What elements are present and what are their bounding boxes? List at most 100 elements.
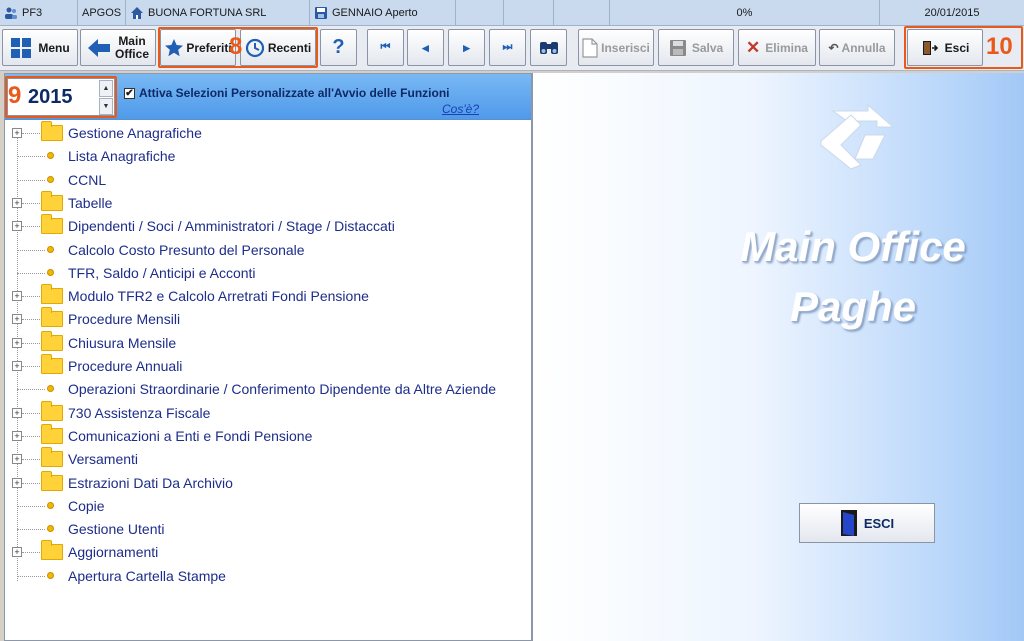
tree-item-label: Gestione Anagrafiche bbox=[68, 125, 202, 141]
status-empty-2 bbox=[504, 0, 554, 26]
tree-connector bbox=[22, 366, 40, 367]
expand-icon[interactable]: + bbox=[12, 221, 22, 232]
folder-icon bbox=[41, 540, 63, 561]
tree-connector bbox=[22, 202, 40, 204]
tree-connector bbox=[22, 435, 40, 437]
tree-item[interactable]: + Gestione Anagrafiche bbox=[5, 121, 531, 145]
help-button[interactable]: ? bbox=[320, 29, 357, 66]
folder-icon bbox=[41, 330, 63, 351]
inserisci-label: Inserisci bbox=[601, 40, 650, 55]
bullet-icon bbox=[47, 175, 54, 183]
tree-item[interactable]: + Modulo TFR2 e Calcolo Arretrati Fondi P… bbox=[5, 284, 531, 308]
expand-icon[interactable]: + bbox=[12, 407, 22, 418]
tree-item-label: Estrazioni Dati Da Archivio bbox=[68, 474, 233, 491]
bullet-icon bbox=[47, 571, 54, 579]
menu-button-label: Menu bbox=[38, 40, 70, 55]
tree-item[interactable]: + Procedure Mensili bbox=[5, 307, 531, 331]
year-bar: 2015 ▲ ▼ 9 ✔ Attiva Selezioni Personaliz… bbox=[5, 74, 531, 120]
tree-item[interactable]: + Versamenti bbox=[5, 447, 531, 471]
year-spinner[interactable]: 2015 ▲ ▼ bbox=[7, 78, 115, 116]
search-button[interactable] bbox=[530, 29, 567, 66]
tree-item[interactable]: TFR, Saldo / Anticipi e Acconti bbox=[5, 262, 531, 285]
inserisci-button[interactable]: Inserisci bbox=[578, 29, 654, 66]
folder-icon bbox=[41, 307, 63, 328]
year-up-button[interactable]: ▲ bbox=[99, 80, 113, 97]
tree-item-label: 730 Assistenza Fiscale bbox=[68, 404, 211, 421]
callout-9: 9 bbox=[8, 82, 22, 109]
status-app: APGOS bbox=[78, 0, 126, 26]
tree-item[interactable]: Gestione Utenti bbox=[5, 518, 531, 541]
expand-icon[interactable]: + bbox=[12, 477, 22, 488]
next-record-button[interactable]: ▸ bbox=[448, 29, 485, 66]
tree-item[interactable]: + Chiusura Mensile bbox=[5, 330, 531, 355]
tree-item-label: Comunicazioni a Enti e Fondi Pensione bbox=[68, 427, 313, 444]
tree-connector bbox=[17, 179, 45, 181]
status-app-text: APGOS bbox=[82, 7, 122, 19]
main-office-label: Main Office bbox=[115, 34, 149, 61]
apgos-logo-icon bbox=[820, 103, 895, 170]
tree-item[interactable]: + Aggiornamenti bbox=[5, 540, 531, 564]
tree-item-label: Chiusura Mensile bbox=[68, 334, 177, 351]
last-record-icon: ⏭ bbox=[502, 41, 513, 53]
main-office-button[interactable]: Main Office bbox=[80, 29, 156, 66]
tree-item[interactable]: Operazioni Straordinarie / Conferimento … bbox=[5, 378, 531, 401]
status-period: GENNAIO Aperto bbox=[310, 0, 456, 26]
recenti-button[interactable]: Recenti bbox=[240, 29, 316, 66]
expand-icon[interactable]: + bbox=[12, 291, 22, 302]
custom-selection-checkbox[interactable]: ✔ bbox=[124, 88, 135, 99]
tree-connector bbox=[17, 249, 45, 251]
expand-icon[interactable]: + bbox=[12, 547, 22, 558]
status-user-text: PF3 bbox=[22, 7, 43, 19]
esci-label: Esci bbox=[944, 40, 970, 55]
callout-8: 8 bbox=[229, 33, 243, 60]
tree-item[interactable]: CCNL bbox=[5, 169, 531, 192]
star-icon bbox=[165, 38, 184, 56]
tree-item[interactable]: Lista Anagrafiche bbox=[5, 145, 531, 168]
expand-icon[interactable]: + bbox=[12, 128, 22, 138]
prev-record-button[interactable]: ◂ bbox=[407, 29, 444, 66]
tree-item[interactable]: +730 Assistenza Fiscale bbox=[5, 400, 531, 425]
folder-icon bbox=[41, 284, 63, 305]
year-down-button[interactable]: ▼ bbox=[99, 98, 113, 115]
callout-10: 10 bbox=[986, 33, 1013, 60]
annulla-button[interactable]: ↶ Annulla bbox=[819, 29, 895, 66]
tree-item-label: Aggiornamenti bbox=[68, 544, 159, 561]
tree-item[interactable]: Apertura Cartella Stampe bbox=[5, 565, 531, 588]
exit-big-label: ESCI bbox=[863, 515, 895, 531]
expand-icon[interactable]: + bbox=[12, 430, 22, 441]
tree-item[interactable]: + Comunicazioni a Enti e Fondi Pensione bbox=[5, 423, 531, 448]
tree-item[interactable]: + Procedure Annuali bbox=[5, 354, 531, 378]
expand-icon[interactable]: + bbox=[12, 197, 22, 208]
tree-item-label: Operazioni Straordinarie / Conferimento … bbox=[68, 381, 497, 398]
expand-icon[interactable]: + bbox=[12, 337, 22, 348]
tree-item[interactable]: + Dipendenti / Soci / Amministratori / St… bbox=[5, 214, 531, 238]
next-record-icon: ▸ bbox=[463, 39, 470, 55]
expand-icon[interactable]: + bbox=[12, 361, 22, 371]
brand-panel: Main Office Paghe ESCI bbox=[532, 73, 1024, 641]
expand-icon[interactable]: + bbox=[12, 454, 22, 465]
tree-item[interactable]: Calcolo Costo Presunto del Personale bbox=[5, 239, 531, 262]
annulla-label: Annulla bbox=[841, 40, 886, 55]
arrow-left-icon bbox=[87, 38, 110, 57]
folder-icon bbox=[41, 214, 63, 235]
function-tree-panel: 2015 ▲ ▼ 9 ✔ Attiva Selezioni Personaliz… bbox=[4, 73, 532, 641]
last-record-button[interactable]: ⏭ bbox=[489, 29, 526, 66]
expand-icon[interactable]: + bbox=[12, 314, 22, 325]
exit-big-button[interactable]: ESCI bbox=[799, 503, 935, 543]
menu-button[interactable]: Menu bbox=[2, 29, 78, 66]
folder-icon bbox=[41, 354, 63, 374]
elimina-button[interactable]: ✕ Elimina bbox=[738, 29, 816, 66]
preferiti-button[interactable]: Preferiti bbox=[160, 29, 236, 66]
tree-connector bbox=[17, 389, 45, 391]
info-link[interactable]: Cos'è? bbox=[442, 102, 479, 116]
tree-item-label: Apertura Cartella Stampe bbox=[68, 567, 226, 584]
salva-button[interactable]: Salva bbox=[658, 29, 734, 66]
status-progress: 0% bbox=[610, 0, 880, 26]
esci-button[interactable]: Esci bbox=[907, 29, 983, 66]
tree-item[interactable]: Copie bbox=[5, 495, 531, 518]
tree-item[interactable]: + Tabelle bbox=[5, 190, 531, 215]
tree-item-label: Gestione Utenti bbox=[68, 521, 165, 538]
first-record-button[interactable]: ⏮ bbox=[367, 29, 404, 66]
tree-connector bbox=[22, 459, 40, 461]
tree-item[interactable]: + Estrazioni Dati Da Archivio bbox=[5, 470, 531, 495]
